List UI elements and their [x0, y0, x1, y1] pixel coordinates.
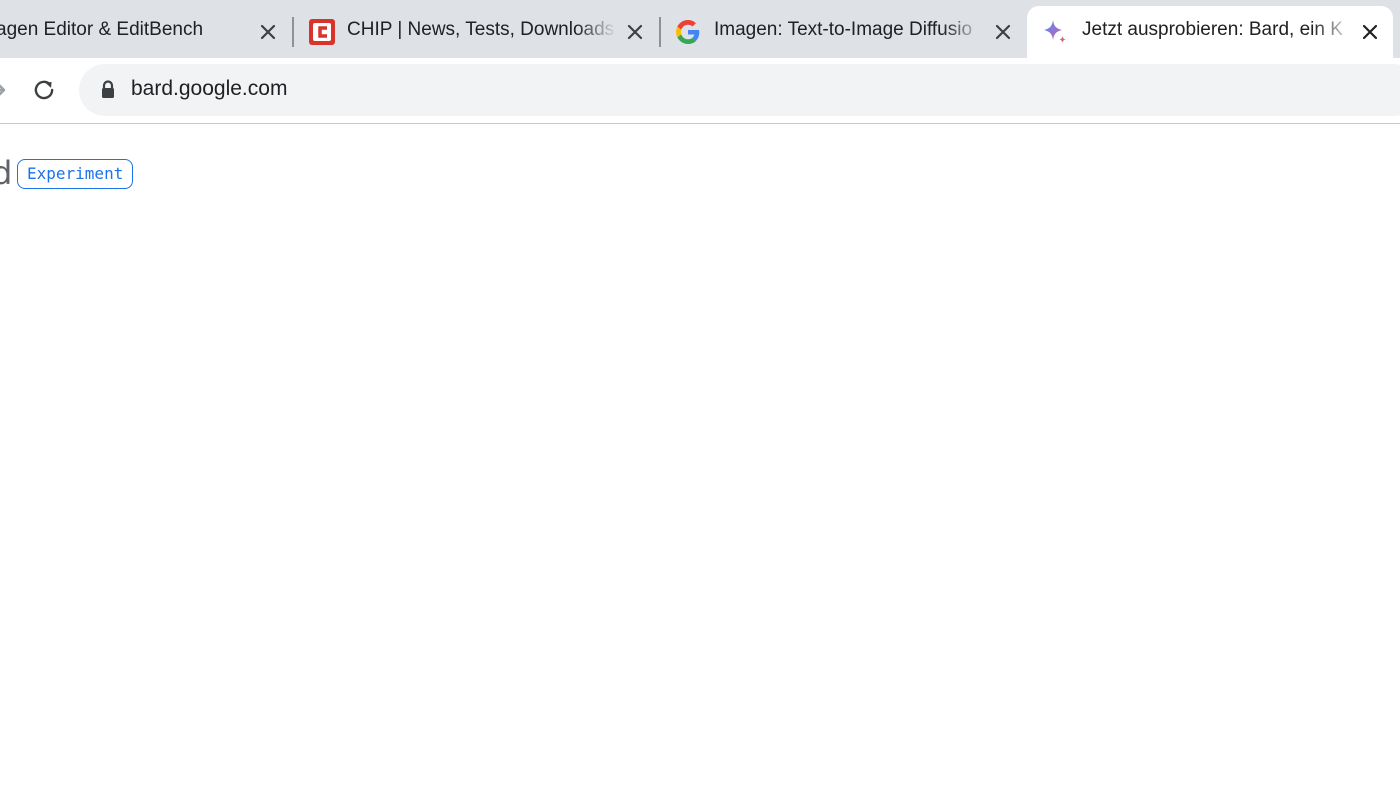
- forward-button[interactable]: [0, 78, 10, 102]
- close-icon[interactable]: [623, 20, 647, 44]
- url-text[interactable]: bard.google.com: [131, 77, 287, 101]
- close-icon[interactable]: [991, 20, 1015, 44]
- tab-title: agen Editor & EditBench: [0, 19, 204, 40]
- experiment-badge: Experiment: [17, 159, 134, 189]
- bard-sparkle-icon: [1044, 20, 1066, 43]
- page-content: d Experiment: [0, 124, 1400, 788]
- tab-title: CHIP | News, Tests, Downloads: [347, 19, 615, 40]
- close-icon[interactable]: [256, 20, 280, 44]
- arrow-right-icon: [0, 84, 6, 96]
- tab-imagen-editor[interactable]: agen Editor & EditBench: [0, 6, 292, 58]
- reload-button[interactable]: [30, 76, 58, 104]
- tab-chip[interactable]: CHIP | News, Tests, Downloads: [294, 6, 658, 58]
- browser-toolbar: bard.google.com: [0, 58, 1400, 123]
- lock-icon[interactable]: [99, 79, 117, 101]
- chip-logo-icon: [309, 19, 335, 45]
- address-bar[interactable]: bard.google.com: [79, 64, 1400, 116]
- tab-bard[interactable]: Jetzt ausprobieren: Bard, ein K: [1027, 6, 1393, 58]
- tab-title: Jetzt ausprobieren: Bard, ein K: [1082, 19, 1343, 40]
- tab-strip: agen Editor & EditBench CHIP | News, Tes…: [0, 0, 1400, 58]
- tab-imagen[interactable]: Imagen: Text-to-Image Diffusio: [661, 6, 1025, 58]
- close-icon[interactable]: [1358, 20, 1382, 44]
- google-g-icon: [676, 20, 700, 44]
- tab-title: Imagen: Text-to-Image Diffusio: [714, 19, 973, 40]
- reload-icon: [34, 80, 54, 100]
- bard-logo-text: d: [0, 154, 13, 192]
